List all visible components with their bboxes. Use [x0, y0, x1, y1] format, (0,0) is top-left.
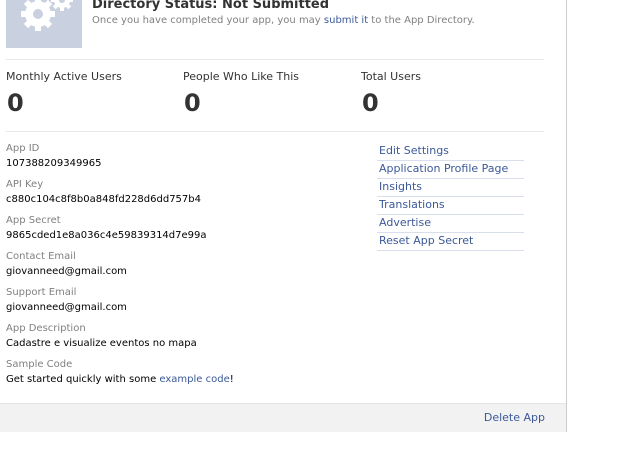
- app-icon: [6, 0, 82, 48]
- divider: [6, 59, 544, 60]
- application-profile-page-link[interactable]: Application Profile Page: [377, 161, 524, 179]
- insights-link[interactable]: Insights: [377, 179, 524, 197]
- advertise-link[interactable]: Advertise: [377, 215, 524, 233]
- stat-value-monthly-active-users: 0: [7, 89, 24, 117]
- stat-value-people-who-like-this: 0: [184, 89, 201, 117]
- sample-code-value: Get started quickly with some example co…: [6, 374, 234, 385]
- support-email-value: giovanneed@gmail.com: [6, 302, 127, 313]
- app-summary-panel: Directory Status: Not Submitted Once you…: [0, 0, 567, 432]
- stat-value-total-users: 0: [362, 89, 379, 117]
- sample-code-before: Get started quickly with some: [6, 374, 160, 385]
- app-description-label: App Description: [6, 323, 86, 334]
- edit-settings-link[interactable]: Edit Settings: [377, 143, 524, 161]
- support-email-label: Support Email: [6, 287, 77, 298]
- directory-status-description: Once you have completed your app, you ma…: [92, 15, 475, 26]
- sample-code-after: !: [229, 374, 234, 385]
- directory-status-title: Directory Status: Not Submitted: [92, 0, 330, 12]
- submit-app-link[interactable]: submit it: [324, 15, 368, 26]
- app-description-value: Cadastre e visualize eventos no mapa: [6, 338, 197, 349]
- reset-app-secret-link[interactable]: Reset App Secret: [377, 233, 524, 251]
- stat-label-monthly-active-users: Monthly Active Users: [6, 70, 122, 83]
- app-id-value: 107388209349965: [6, 158, 102, 169]
- stat-label-total-users: Total Users: [361, 70, 421, 83]
- app-actions-list: Edit Settings Application Profile Page I…: [377, 143, 524, 251]
- contact-email-value: giovanneed@gmail.com: [6, 266, 127, 277]
- example-code-link[interactable]: example code: [159, 374, 229, 385]
- delete-app-link[interactable]: Delete App: [484, 411, 545, 424]
- api-key-label: API Key: [6, 179, 44, 190]
- directory-desc-after: to the App Directory.: [368, 15, 475, 26]
- sample-code-label: Sample Code: [6, 359, 73, 370]
- api-key-value: c880c104c8f8b0a848fd228d6dd757b4: [6, 194, 201, 205]
- translations-link[interactable]: Translations: [377, 197, 524, 215]
- directory-desc-before: Once you have completed your app, you ma…: [92, 15, 324, 26]
- divider: [6, 131, 544, 132]
- contact-email-label: Contact Email: [6, 251, 76, 262]
- app-secret-value: 9865cded1e8a036c4e59839314d7e99a: [6, 230, 207, 241]
- gear-icon: [21, 0, 73, 31]
- stat-label-people-who-like-this: People Who Like This: [183, 70, 300, 83]
- panel-footer: Delete App: [0, 403, 566, 432]
- app-secret-label: App Secret: [6, 215, 61, 226]
- app-id-label: App ID: [6, 143, 40, 154]
